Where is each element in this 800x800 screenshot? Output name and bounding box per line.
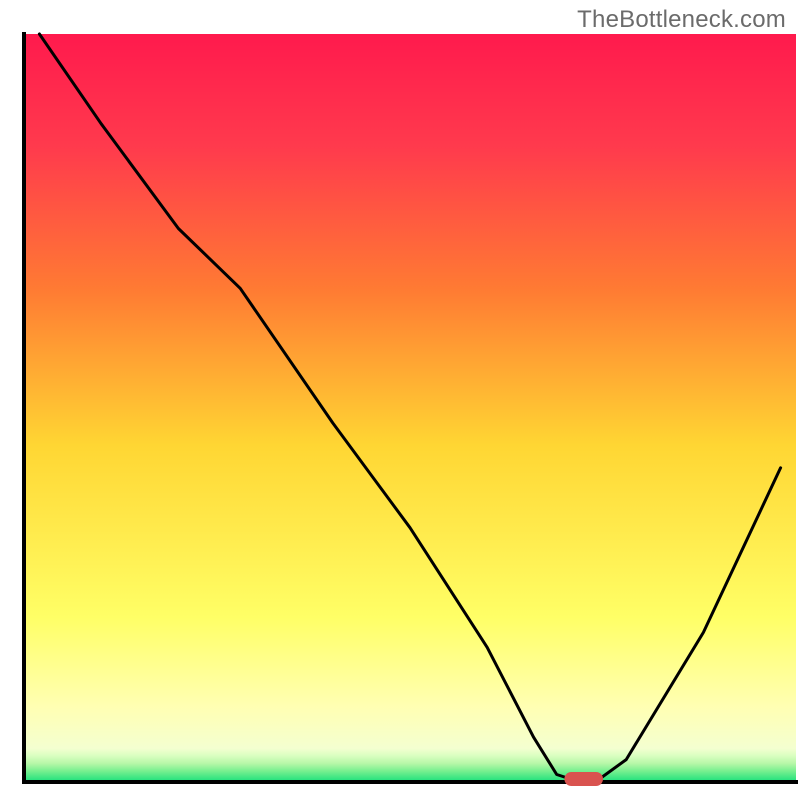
optimal-range-marker	[564, 772, 603, 786]
watermark-text: TheBottleneck.com	[577, 6, 786, 34]
chart-container: TheBottleneck.com	[0, 0, 800, 800]
bottleneck-chart	[0, 0, 800, 800]
